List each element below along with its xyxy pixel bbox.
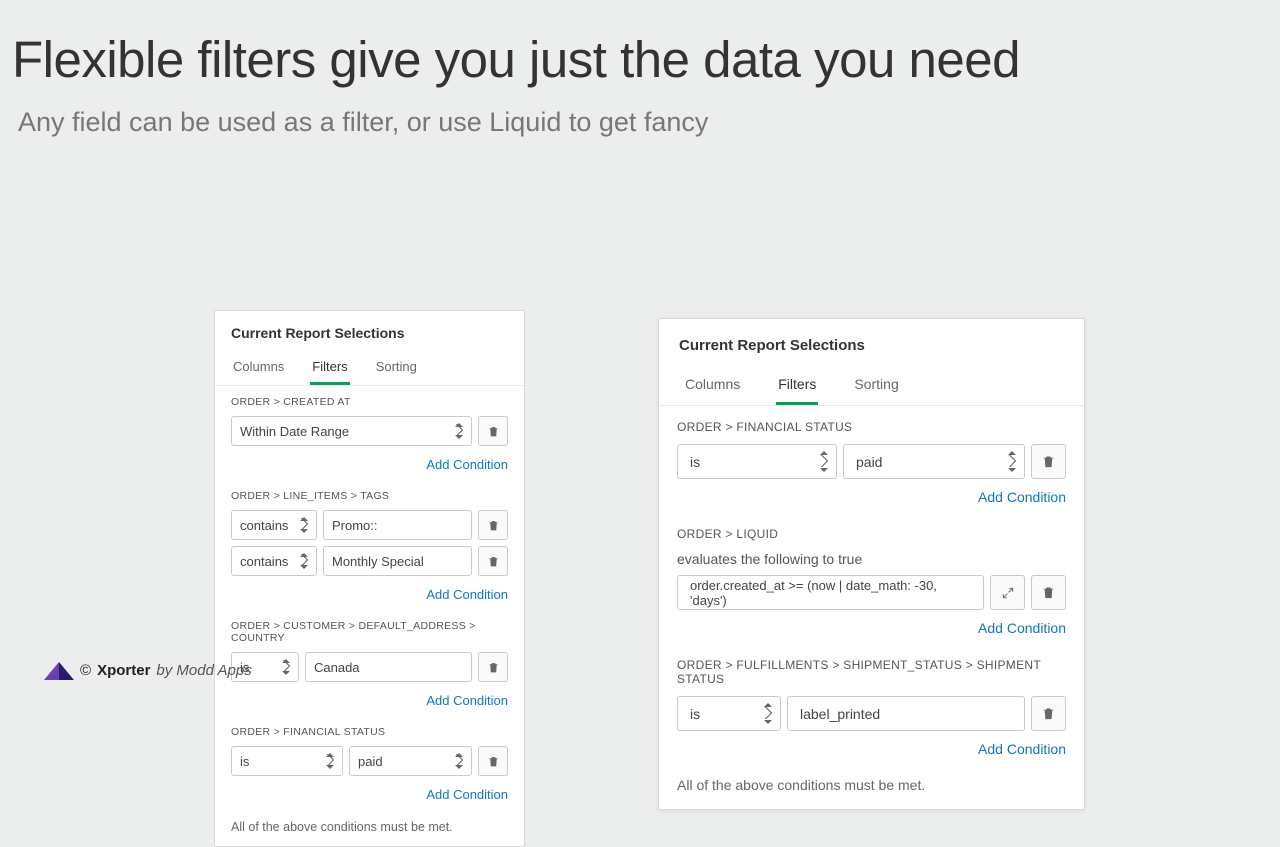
filter-group-label: ORDER > LINE_ITEMS > TAGS (231, 490, 508, 502)
filters-panel-right: Current Report Selections Columns Filter… (658, 318, 1085, 810)
filter-group-created-at: ORDER > CREATED AT Within Date Range Add… (215, 386, 524, 480)
trash-icon (1041, 453, 1056, 470)
panel-title: Current Report Selections (659, 319, 1084, 364)
page-subtitle: Any field can be used as a filter, or us… (0, 89, 1280, 138)
operator-select[interactable]: is (677, 696, 781, 731)
operator-select[interactable]: is (231, 746, 343, 776)
operator-select[interactable]: Within Date Range (231, 416, 472, 446)
filters-panel-left: Current Report Selections Columns Filter… (214, 310, 525, 847)
tab-filters[interactable]: Filters (310, 353, 349, 385)
filter-group-label: ORDER > CUSTOMER > DEFAULT_ADDRESS > COU… (231, 620, 508, 644)
brand-byline: by Modd Apps (156, 662, 251, 679)
liquid-sublabel: evaluates the following to true (677, 551, 1066, 567)
delete-condition-button[interactable] (478, 510, 508, 540)
operator-select[interactable]: contains (231, 510, 317, 540)
delete-condition-button[interactable] (478, 652, 508, 682)
value-select[interactable]: paid (843, 444, 1025, 479)
conditions-note: All of the above conditions must be met. (659, 765, 1084, 809)
operator-select[interactable]: contains (231, 546, 317, 576)
panel-title: Current Report Selections (215, 311, 524, 349)
add-condition-link[interactable]: Add Condition (426, 587, 508, 602)
filter-group-liquid: ORDER > LIQUID evaluates the following t… (659, 513, 1084, 644)
filter-group-shipment-status: ORDER > FULFILLMENTS > SHIPMENT_STATUS >… (659, 644, 1084, 765)
filter-group-country: ORDER > CUSTOMER > DEFAULT_ADDRESS > COU… (215, 610, 524, 716)
value-select[interactable]: paid (349, 746, 472, 776)
page-title: Flexible filters give you just the data … (0, 0, 1280, 89)
add-condition-link[interactable]: Add Condition (978, 620, 1066, 636)
add-condition-link[interactable]: Add Condition (978, 489, 1066, 505)
value-input[interactable]: label_printed (787, 696, 1025, 731)
trash-icon (487, 754, 500, 769)
tab-sorting[interactable]: Sorting (852, 370, 900, 405)
value-input[interactable]: Monthly Special (323, 546, 472, 576)
filter-group-tags: ORDER > LINE_ITEMS > TAGS contains Promo… (215, 480, 524, 610)
tab-sorting[interactable]: Sorting (374, 353, 419, 385)
add-condition-link[interactable]: Add Condition (426, 457, 508, 472)
add-condition-link[interactable]: Add Condition (978, 741, 1066, 757)
expand-icon (1001, 586, 1015, 600)
delete-condition-button[interactable] (478, 546, 508, 576)
trash-icon (487, 518, 500, 533)
filter-group-label: ORDER > LIQUID (677, 527, 1066, 541)
delete-condition-button[interactable] (478, 746, 508, 776)
trash-icon (487, 424, 500, 439)
filter-group-label: ORDER > FINANCIAL STATUS (231, 726, 508, 738)
brand-name: Xporter (97, 662, 150, 679)
value-input[interactable]: Promo:: (323, 510, 472, 540)
tabs: Columns Filters Sorting (215, 349, 524, 386)
trash-icon (1041, 705, 1056, 722)
tab-filters[interactable]: Filters (776, 370, 818, 405)
brand-footer: © Xporter by Modd Apps (44, 660, 252, 680)
add-condition-link[interactable]: Add Condition (426, 693, 508, 708)
operator-select[interactable]: is (677, 444, 837, 479)
tabs: Columns Filters Sorting (659, 364, 1084, 406)
trash-icon (487, 660, 500, 675)
value-input[interactable]: Canada (305, 652, 472, 682)
filter-group-financial-status: ORDER > FINANCIAL STATUS is paid Add Con… (215, 716, 524, 810)
filter-group-financial-status: ORDER > FINANCIAL STATUS is paid Add Con… (659, 406, 1084, 513)
copyright-symbol: © (80, 662, 91, 679)
filter-group-label: ORDER > FINANCIAL STATUS (677, 420, 1066, 434)
delete-condition-button[interactable] (478, 416, 508, 446)
trash-icon (1041, 584, 1056, 601)
tab-columns[interactable]: Columns (683, 370, 742, 405)
add-condition-link[interactable]: Add Condition (426, 787, 508, 802)
conditions-note: All of the above conditions must be met. (215, 810, 524, 846)
filter-group-label: ORDER > FULFILLMENTS > SHIPMENT_STATUS >… (677, 658, 1066, 686)
delete-condition-button[interactable] (1031, 696, 1066, 731)
liquid-expression-input[interactable]: order.created_at >= (now | date_math: -3… (677, 575, 984, 610)
tab-columns[interactable]: Columns (231, 353, 286, 385)
delete-condition-button[interactable] (1031, 444, 1066, 479)
trash-icon (487, 554, 500, 569)
filter-group-label: ORDER > CREATED AT (231, 396, 508, 408)
expand-button[interactable] (990, 575, 1025, 610)
delete-condition-button[interactable] (1031, 575, 1066, 610)
brand-logo-icon (44, 660, 74, 680)
